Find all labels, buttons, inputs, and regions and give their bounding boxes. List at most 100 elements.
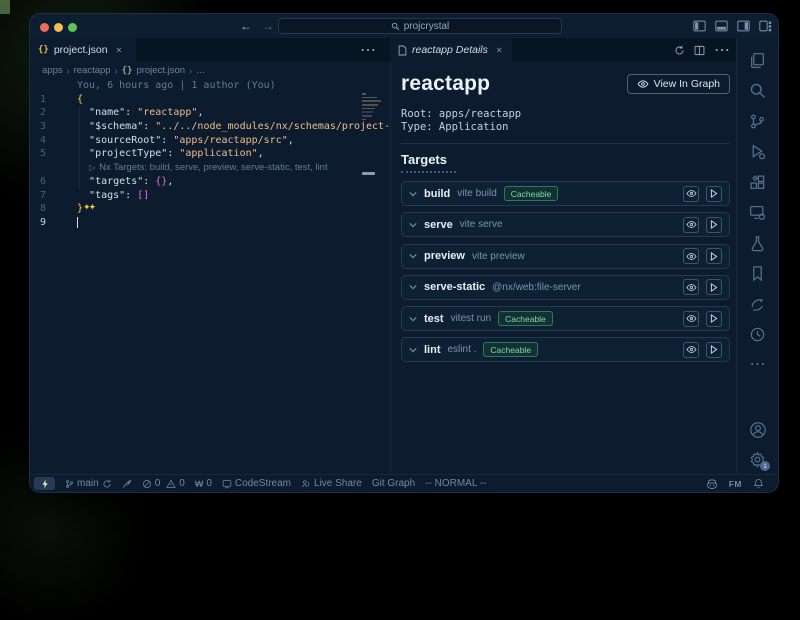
editor-more-actions-icon[interactable]: ⋯ [360,40,376,60]
close-tab-icon[interactable]: ✕ [116,46,123,55]
git-graph-label: Git Graph [372,478,415,489]
text-cursor [77,217,78,228]
navigate-back-icon[interactable]: ← [240,19,252,33]
target-row-build[interactable]: buildvite buildCacheable [401,181,730,206]
close-tab-icon[interactable]: ✕ [496,46,503,55]
breadcrumb-item-symbol[interactable]: … [196,65,206,76]
chevron-down-icon[interactable] [409,316,417,322]
bell-icon[interactable] [753,478,764,489]
chevron-down-icon[interactable] [409,222,417,228]
toggle-sidebar-left-icon[interactable] [693,20,706,32]
file-icon [398,45,407,56]
view-target-button[interactable] [683,342,699,358]
run-target-button[interactable] [706,311,722,327]
nx-codelens[interactable]: ▷Nx Targets: build, serve, preview, serv… [30,161,390,175]
refresh-icon[interactable] [674,45,685,56]
activity-more-icon[interactable]: ⋯ [737,354,778,374]
minimap-slider-mark[interactable] [362,172,375,175]
live-share-item[interactable]: Live Share [301,478,362,489]
chevron-down-icon[interactable] [409,191,417,197]
git-branch-item[interactable]: main [65,478,112,489]
sparkle-icon[interactable]: ✦✦ [83,202,94,216]
code-editor[interactable]: You, 6 hours ago | 1 author (You) 1{2 "n… [30,79,390,474]
view-target-button[interactable] [683,279,699,295]
copilot-icon[interactable] [706,478,718,490]
minimap[interactable] [362,93,384,123]
editor-tab-strip: {} project.json ✕ ⋯ reactapp Details ✕ ⋯ [30,38,778,62]
toggle-panel-bottom-icon[interactable] [715,20,728,32]
target-row-test[interactable]: testvitest runCacheable [401,306,730,331]
eye-icon [686,252,697,261]
run-target-button[interactable] [706,279,722,295]
activity-run-debug-icon[interactable] [737,143,778,160]
run-target-button[interactable] [706,186,722,202]
eye-icon [686,283,697,292]
line-number: 4 [30,134,46,148]
misc-counter-item[interactable]: ₩ 0 [195,478,212,489]
target-row-serve-static[interactable]: serve-static@nx/web:file-server [401,275,730,300]
breadcrumb-item-apps[interactable]: apps [42,65,63,76]
code-lines: 1{2 "name": "reactapp",3 "$schema": "../… [30,93,390,230]
target-command: vitest run [451,313,492,324]
rocket-item[interactable] [122,479,132,489]
more-actions-icon[interactable]: ⋯ [714,40,730,60]
activity-source-control-icon[interactable] [737,113,778,130]
codestream-item[interactable]: CodeStream [222,478,291,489]
window-controls [40,23,77,32]
fm-indicator[interactable]: FM [729,479,742,489]
view-target-button[interactable] [683,311,699,327]
remote-indicator[interactable] [34,477,55,490]
run-target-button[interactable] [706,342,722,358]
tab-reactapp-details[interactable]: reactapp Details ✕ [390,38,512,62]
git-graph-item[interactable]: Git Graph [372,478,415,489]
vim-mode-item[interactable]: -- NORMAL -- [425,478,486,489]
split-editor-icon[interactable] [694,45,705,56]
target-name: serve [424,219,453,231]
view-target-button[interactable] [683,186,699,202]
minimize-window-button[interactable] [54,23,63,32]
project-root: Root: apps/reactapp [401,108,730,121]
sync-icon [102,479,112,489]
activity-history-icon[interactable] [737,326,778,343]
target-row-serve[interactable]: servevite serve [401,212,730,237]
breadcrumb-item-reactapp[interactable]: reactapp [74,65,111,76]
target-name: lint [424,344,441,356]
run-target-button[interactable] [706,248,722,264]
tab-project-json[interactable]: {} project.json ✕ [30,38,136,62]
view-target-button[interactable] [683,248,699,264]
code-line: 8}✦✦ [30,202,390,216]
json-braces-icon: {} [122,66,133,76]
search-text: projcrystal [404,21,450,32]
close-window-button[interactable] [40,23,49,32]
view-target-button[interactable] [683,217,699,233]
chevron-down-icon[interactable] [409,253,417,259]
target-row-lint[interactable]: linteslint .Cacheable [401,337,730,362]
misc-count: 0 [206,478,212,489]
target-row-preview[interactable]: previewvite preview [401,244,730,269]
activity-extensions-icon[interactable] [737,174,778,191]
activity-testing-icon[interactable] [737,235,778,252]
command-center-search[interactable]: projcrystal [278,18,562,34]
settings-gear-icon[interactable]: 1 [737,451,778,468]
navigate-forward-icon[interactable]: → [262,19,274,33]
account-icon[interactable] [737,421,778,439]
branch-name: main [77,478,99,489]
tab-label: reactapp Details [412,44,488,56]
activity-explorer-icon[interactable] [737,52,778,69]
maximize-window-button[interactable] [68,23,77,32]
activity-search-icon[interactable] [737,82,778,99]
chevron-down-icon[interactable] [409,284,417,290]
customize-layout-icon[interactable] [759,20,772,32]
cacheable-badge: Cacheable [483,342,538,357]
breadcrumb-item-file[interactable]: project.json [136,65,185,76]
view-in-graph-button[interactable]: View In Graph [627,74,730,94]
chevron-down-icon[interactable] [409,347,417,353]
activity-remote-explorer-icon[interactable] [737,204,778,221]
warning-count: 0 [179,478,185,489]
activity-gitlens-icon[interactable] [737,296,778,313]
toggle-sidebar-right-icon[interactable] [737,20,750,32]
problems-item[interactable]: 0 0 [142,478,185,489]
code-line: 6 "targets": {}, [30,175,390,189]
run-target-button[interactable] [706,217,722,233]
activity-bookmarks-icon[interactable] [737,265,778,282]
